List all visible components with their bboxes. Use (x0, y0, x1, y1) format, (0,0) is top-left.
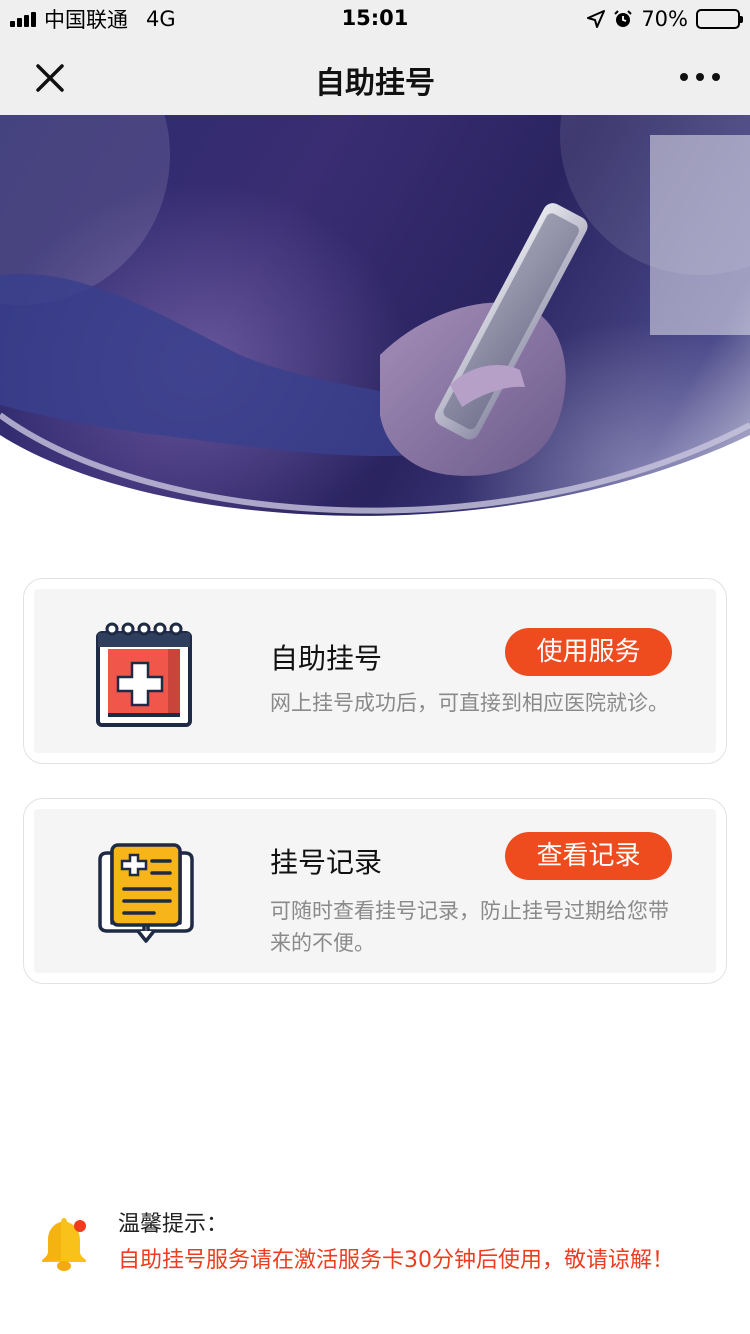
battery-percent: 70% (641, 7, 688, 31)
card-description: 可随时查看挂号记录，防止挂号过期给您带来的不便。 (270, 899, 669, 955)
more-dot (696, 73, 704, 81)
tip-text: 自助挂号服务请在激活服务卡30分钟后使用，敬请谅解！ (118, 1248, 674, 1273)
card-title: 挂号记录 (270, 846, 383, 879)
banner-artwork (0, 115, 750, 535)
tip-title: 温馨提示： (118, 1212, 229, 1237)
medical-record-book-icon (98, 843, 194, 943)
bell-icon (42, 1218, 86, 1271)
view-records-button[interactable]: 查看记录 (505, 832, 672, 880)
use-service-button[interactable]: 使用服务 (505, 628, 672, 676)
self-registration-card[interactable]: 自助挂号 使用服务 网上挂号成功后，可直接到相应医院就诊。 (23, 578, 727, 764)
navigation-bar: 自助挂号 (0, 38, 750, 115)
warm-tip: 温馨提示： 自助挂号服务请在激活服务卡30分钟后使用，敬请谅解！ (38, 1206, 728, 1286)
battery-icon (696, 9, 743, 29)
card-title: 自助挂号 (270, 642, 383, 675)
status-bar: 中国联通 4G 15:01 70% (0, 0, 750, 38)
page-title: 自助挂号 (315, 66, 435, 101)
hero-banner (0, 115, 750, 535)
registration-record-card[interactable]: 挂号记录 查看记录 可随时查看挂号记录，防止挂号过期给您带来的不便。 (23, 798, 727, 984)
location-arrow-icon (587, 10, 606, 28)
sleeve (0, 273, 420, 456)
more-icon[interactable] (680, 62, 720, 92)
calendar-medical-icon (96, 622, 192, 727)
alarm-icon (614, 10, 633, 27)
status-right: 70% (587, 6, 743, 32)
card-body: 挂号记录 查看记录 可随时查看挂号记录，防止挂号过期给您带来的不便。 (34, 809, 716, 973)
card-description: 网上挂号成功后，可直接到相应医院就诊。 (270, 691, 669, 715)
card-body: 自助挂号 使用服务 网上挂号成功后，可直接到相应医院就诊。 (34, 589, 716, 753)
more-dot (712, 73, 720, 81)
window-light (650, 135, 750, 335)
more-dot (680, 73, 688, 81)
